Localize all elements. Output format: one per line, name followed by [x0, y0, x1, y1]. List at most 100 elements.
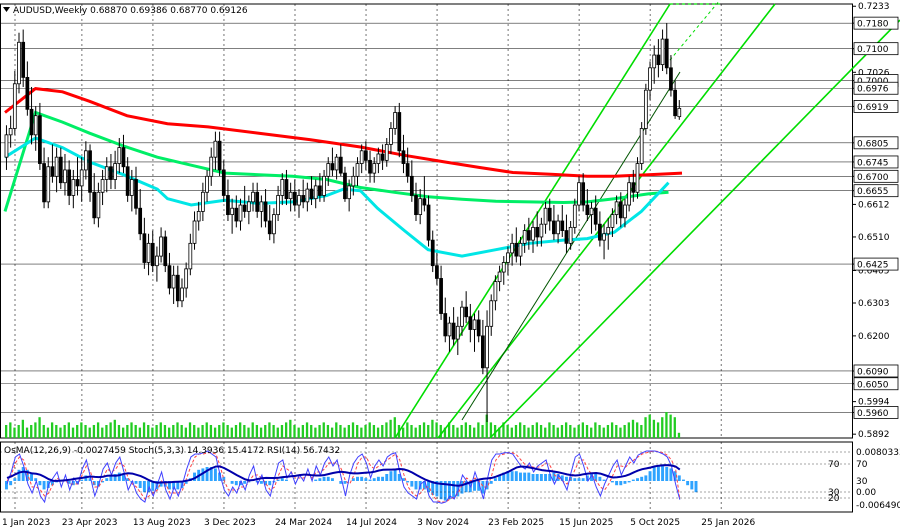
- candle-body: [159, 236, 163, 257]
- candle-body: [443, 313, 448, 337]
- volume-bar: [318, 425, 321, 438]
- candle-body: [577, 182, 581, 206]
- volume-bar: [381, 425, 384, 438]
- volume-bar: [615, 425, 618, 438]
- candle-body: [330, 163, 335, 171]
- candle-body: [246, 201, 251, 212]
- osma-bar: [514, 471, 518, 481]
- candle-body: [305, 188, 310, 203]
- volume-bar: [523, 425, 526, 438]
- candle-body: [276, 195, 280, 216]
- osma-bar: [519, 472, 522, 481]
- candle-body: [184, 268, 189, 289]
- volume-bar: [122, 427, 125, 438]
- candle-body: [46, 166, 51, 203]
- candle-body: [171, 274, 176, 289]
- x-axis-tick-label: 3 Dec 2023: [204, 518, 256, 528]
- volume-bar: [636, 422, 639, 438]
- candle-body: [21, 41, 26, 78]
- osma-bar: [661, 465, 665, 481]
- volume-bar: [63, 425, 66, 438]
- osma-bar: [610, 481, 614, 483]
- volume-bar: [113, 419, 116, 438]
- volume-bar: [184, 427, 187, 438]
- volume-bar: [418, 425, 422, 438]
- osma-bar: [631, 479, 635, 481]
- candle-body: [71, 179, 76, 196]
- volume-bar: [264, 425, 267, 438]
- x-axis-tick-label: 14 Jul 2024: [346, 518, 397, 528]
- indicator-axis-label: 70: [856, 460, 868, 470]
- candle-body: [418, 198, 423, 216]
- volume-bar: [330, 427, 334, 438]
- osma-bar: [360, 476, 364, 481]
- volume-bar: [556, 427, 559, 438]
- volume-bar: [163, 425, 167, 438]
- candle-body: [401, 150, 406, 164]
- price-level-label: 0.6655: [857, 187, 889, 197]
- candle-body: [384, 144, 389, 161]
- volume-bar: [644, 417, 647, 438]
- osma-bar: [385, 474, 389, 481]
- osma-bar: [544, 474, 548, 481]
- candle-body: [643, 89, 648, 129]
- volume-bar: [585, 425, 589, 438]
- indicator-axis-label: -0.006490: [856, 501, 900, 511]
- volume-bar: [669, 414, 672, 438]
- candle-body: [134, 179, 138, 209]
- candle-body: [606, 226, 611, 235]
- volume-bar: [55, 425, 58, 438]
- candle-body: [535, 226, 540, 238]
- volume-bar: [661, 417, 664, 438]
- candle-body: [54, 156, 59, 177]
- osma-bar: [493, 478, 497, 481]
- x-axis-tick-label: 23 Feb 2025: [488, 518, 544, 528]
- volume-bar: [159, 422, 162, 438]
- osma-bar: [686, 481, 690, 486]
- volume-bar: [193, 425, 196, 438]
- volume-bar: [452, 425, 455, 438]
- volume-bar: [46, 427, 50, 438]
- candle-body: [376, 153, 381, 164]
- osma-bar: [230, 481, 234, 484]
- candle-body: [363, 150, 368, 161]
- volume-bar: [473, 427, 476, 438]
- candle-body: [213, 140, 218, 158]
- candle-body: [380, 153, 385, 161]
- osma-bar: [564, 476, 568, 481]
- candle-body: [334, 156, 339, 171]
- volume-bar: [339, 425, 342, 438]
- candle-body: [205, 175, 209, 193]
- volume-bar: [268, 422, 271, 438]
- volume-bar: [577, 425, 580, 438]
- candle-body: [230, 207, 234, 216]
- volume-bar: [544, 427, 547, 438]
- candle-body: [117, 147, 122, 164]
- candle-body: [8, 128, 13, 136]
- candle-body: [4, 134, 9, 158]
- volume-bar: [468, 425, 472, 438]
- osma-bar: [623, 481, 627, 484]
- x-axis-tick-label: 5 Oct 2025: [630, 518, 680, 528]
- price-level-label: 0.5960: [857, 409, 889, 419]
- volume-bar: [234, 425, 238, 438]
- osma-bar: [381, 476, 385, 481]
- candle-body: [259, 201, 264, 212]
- candle-body: [472, 319, 477, 330]
- candle-body: [489, 300, 494, 327]
- candle-body: [506, 252, 510, 263]
- volume-bar: [322, 422, 325, 438]
- candle-body: [267, 220, 272, 235]
- candle-body: [589, 207, 594, 216]
- candle-body: [84, 150, 88, 171]
- volume-bar: [351, 422, 355, 438]
- osma-bar: [573, 478, 577, 481]
- candle-body: [188, 242, 193, 270]
- osma-bar: [452, 481, 456, 498]
- volume-bar: [519, 422, 522, 438]
- osma-bar: [80, 479, 84, 481]
- candle-body: [167, 265, 172, 289]
- candle-body: [493, 281, 498, 302]
- volume-bar: [101, 427, 104, 438]
- candle-body: [464, 306, 469, 318]
